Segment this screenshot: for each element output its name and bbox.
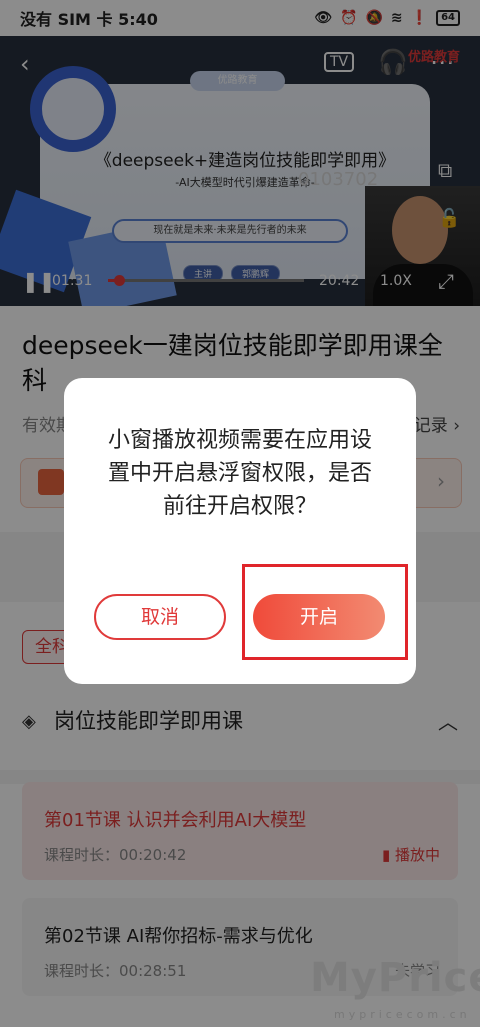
highlight-annotation (242, 564, 408, 660)
dialog-message: 小窗播放视频需要在应用设置中开启悬浮窗权限，是否前往开启权限？ (107, 428, 372, 519)
cancel-button[interactable]: 取消 (94, 594, 226, 640)
